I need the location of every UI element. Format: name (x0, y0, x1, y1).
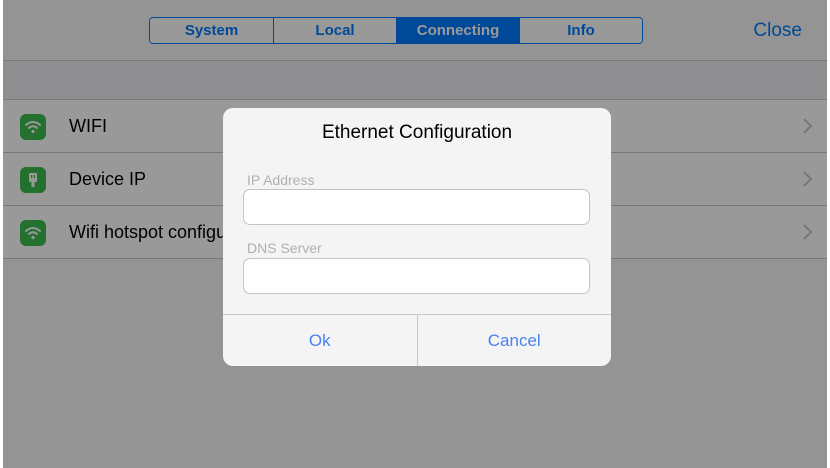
dns-server-input[interactable] (243, 258, 590, 294)
app-screen: System Local Connecting Info Close WIFI … (3, 0, 827, 468)
cancel-button[interactable]: Cancel (416, 315, 612, 366)
dialog-title: Ethernet Configuration (321, 122, 513, 143)
ethernet-config-dialog: Ethernet Configuration IP Address DNS Se… (223, 108, 611, 366)
ip-address-label: IP Address (247, 172, 315, 188)
dialog-button-row: Ok Cancel (223, 314, 611, 366)
dns-server-label: DNS Server (247, 240, 322, 256)
ip-address-input[interactable] (243, 189, 590, 225)
ok-button[interactable]: Ok (223, 315, 417, 366)
